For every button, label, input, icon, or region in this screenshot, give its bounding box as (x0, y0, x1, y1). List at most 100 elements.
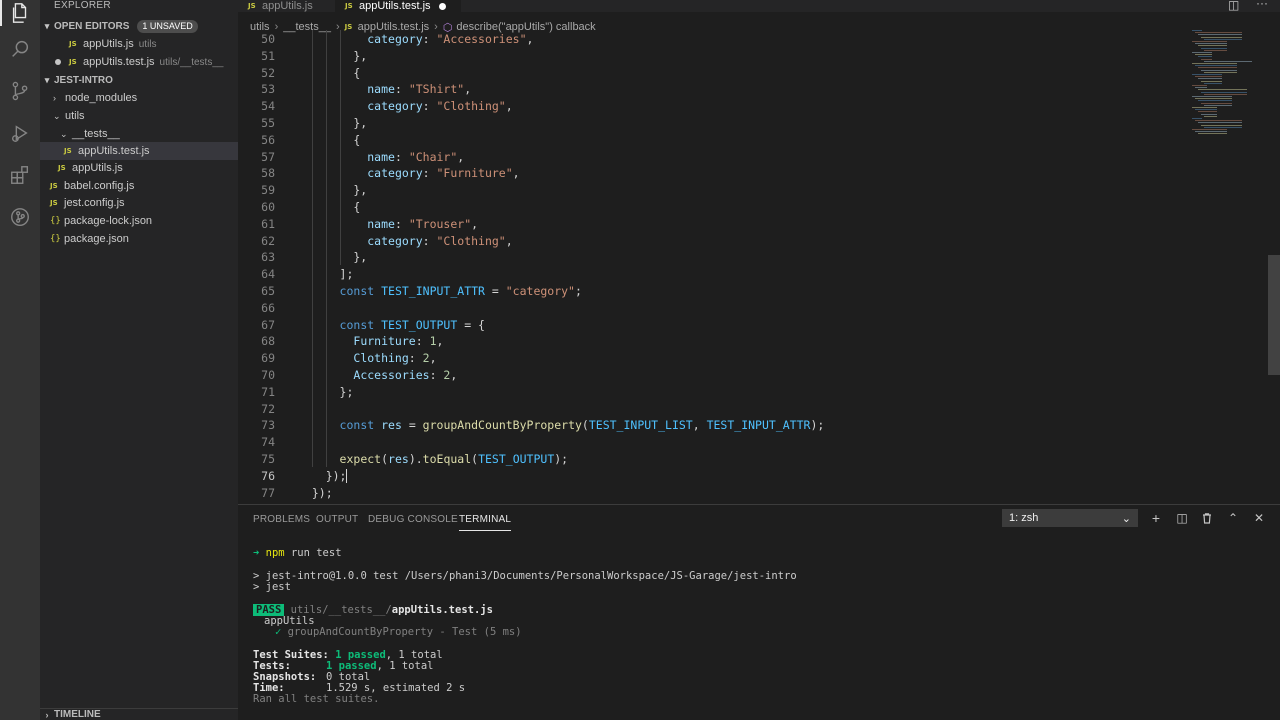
code-editor[interactable]: 50 category: "Accessories", 51 }, 52 {53 n… (238, 30, 1188, 500)
code-line[interactable]: { (298, 199, 360, 216)
tab-apputils[interactable]: JS appUtils.js (238, 0, 335, 12)
line-number: 60 (261, 200, 275, 214)
tree-item-label: appUtils.test.js (78, 145, 150, 157)
unsaved-dot-icon[interactable] (438, 2, 446, 10)
explorer-icon[interactable] (0, 0, 33, 26)
extensions-icon[interactable] (7, 162, 33, 188)
code-line[interactable]: category: "Accessories", (298, 31, 533, 48)
tab-debug-console[interactable]: DEBUG CONSOLE (368, 509, 458, 531)
code-line[interactable]: name: "TShirt", (298, 81, 471, 98)
line-number: 55 (261, 116, 275, 130)
trash-icon[interactable] (1198, 509, 1216, 527)
line-number: 73 (261, 418, 275, 433)
tab-problems[interactable]: PROBLEMS (253, 509, 310, 531)
line-number: 75 (261, 452, 275, 466)
code-line[interactable]: name: "Chair", (298, 149, 464, 166)
line-number: 72 (261, 401, 275, 416)
indent-guide (339, 30, 341, 266)
code-line[interactable]: { (298, 132, 360, 149)
chevron-down-icon: ▾ (44, 74, 50, 85)
open-editor-item[interactable]: JS appUtils.test.js utils/__tests__ (40, 53, 238, 71)
code-line[interactable]: }, (298, 182, 367, 199)
editor-scrollbar[interactable] (1268, 255, 1280, 375)
tree-item-package-json[interactable]: {} package.json (40, 230, 238, 248)
line-number: 68 (261, 334, 275, 349)
split-terminal-icon[interactable]: ◫ (1173, 509, 1191, 527)
minimap-line (1192, 41, 1227, 42)
open-editors-section[interactable]: ▾ OPEN EDITORS 1 UNSAVED (40, 17, 238, 35)
tree-item-apputils[interactable]: JS appUtils.js (40, 159, 238, 177)
code-line[interactable]: category: "Furniture", (298, 165, 519, 182)
text-cursor (346, 469, 348, 484)
code-line[interactable]: }); (298, 485, 333, 500)
minimap-line (1201, 36, 1242, 38)
minimap-line (1198, 34, 1242, 36)
minimap-line (1201, 91, 1247, 93)
open-editor-item[interactable]: JS appUtils.js utils (40, 35, 238, 53)
search-icon[interactable] (7, 36, 33, 62)
minimap-line (1204, 49, 1227, 51)
terminal-line: > jest (253, 581, 291, 593)
split-editor-icon[interactable]: ◫ (1228, 0, 1239, 12)
unsaved-dot-icon[interactable] (55, 59, 61, 65)
code-line[interactable]: const TEST_INPUT_ATTR = "category"; (298, 283, 582, 300)
line-number: 64 (261, 267, 275, 282)
line-number: 71 (261, 384, 275, 399)
open-editor-desc: utils (138, 38, 157, 50)
js-file-icon: JS (58, 164, 66, 172)
minimap[interactable] (1188, 30, 1268, 140)
tree-item-utils[interactable]: ⌄ utils (40, 107, 238, 125)
code-line[interactable]: expect(res).toEqual(TEST_OUTPUT); (298, 451, 569, 468)
git-graph-icon[interactable] (7, 204, 33, 230)
tree-item-label: jest.config.js (64, 197, 125, 209)
tree-item-package-lock[interactable]: {} package-lock.json (40, 212, 238, 230)
code-line[interactable]: }, (298, 115, 367, 132)
close-panel-icon[interactable]: ✕ (1250, 509, 1268, 527)
code-line[interactable]: category: "Clothing", (298, 98, 512, 115)
minimap-line (1192, 63, 1237, 64)
timeline-section[interactable]: › TIMELINE (40, 708, 238, 720)
run-debug-icon[interactable] (7, 120, 33, 146)
code-line[interactable]: Accessories: 2, (298, 367, 457, 384)
tab-apputils-test[interactable]: JS appUtils.test.js (335, 0, 461, 12)
minimap-line (1198, 133, 1227, 135)
project-section[interactable]: ▾ JEST-INTRO (40, 71, 238, 89)
new-terminal-icon[interactable]: + (1147, 509, 1165, 527)
terminal-line: ➜ npm run test (253, 547, 342, 559)
minimap-line (1204, 104, 1232, 106)
maximize-panel-icon[interactable]: ⌃ (1224, 509, 1242, 527)
minimap-line (1204, 126, 1242, 128)
code-line[interactable]: Furniture: 1, (298, 333, 443, 350)
terminal-select[interactable]: 1: zsh ⌄ (1002, 509, 1138, 527)
more-actions-icon[interactable]: ··· (1256, 0, 1268, 10)
minimap-line (1204, 93, 1247, 95)
code-line[interactable]: }, (298, 48, 367, 65)
minimap-line (1195, 54, 1212, 56)
json-file-icon: {} (50, 216, 61, 226)
tree-item-jest-config[interactable]: JS jest.config.js (40, 194, 238, 212)
tab-output[interactable]: OUTPUT (316, 509, 358, 531)
js-file-icon: JS (69, 40, 77, 48)
code-line[interactable]: { (298, 65, 360, 82)
minimap-line (1192, 74, 1222, 75)
tree-item-node-modules[interactable]: › node_modules (40, 89, 238, 107)
minimap-line (1195, 109, 1217, 111)
terminal-line: ✓ groupAndCountByProperty - Test (5 ms) (275, 626, 522, 638)
line-number: 65 (261, 284, 275, 298)
code-line[interactable]: category: "Clothing", (298, 233, 512, 250)
minimap-line (1195, 120, 1242, 122)
tree-item-tests[interactable]: ⌄ __tests__ (40, 125, 238, 143)
source-control-icon[interactable] (7, 78, 33, 104)
unsaved-badge: 1 UNSAVED (137, 19, 198, 33)
minimap-line (1198, 78, 1222, 80)
line-number: 66 (261, 300, 275, 315)
code-line[interactable]: }); (298, 468, 348, 485)
code-line[interactable]: const res = groupAndCountByProperty(TEST… (298, 417, 825, 434)
code-line[interactable]: Clothing: 2, (298, 350, 436, 367)
tree-item-babel-config[interactable]: JS babel.config.js (40, 177, 238, 195)
minimap-line (1204, 38, 1242, 40)
tree-item-apputils-test[interactable]: JS appUtils.test.js (40, 142, 238, 160)
code-line[interactable]: }, (298, 249, 367, 266)
tab-terminal[interactable]: TERMINAL (459, 509, 512, 531)
check-icon: ✓ (275, 626, 282, 638)
